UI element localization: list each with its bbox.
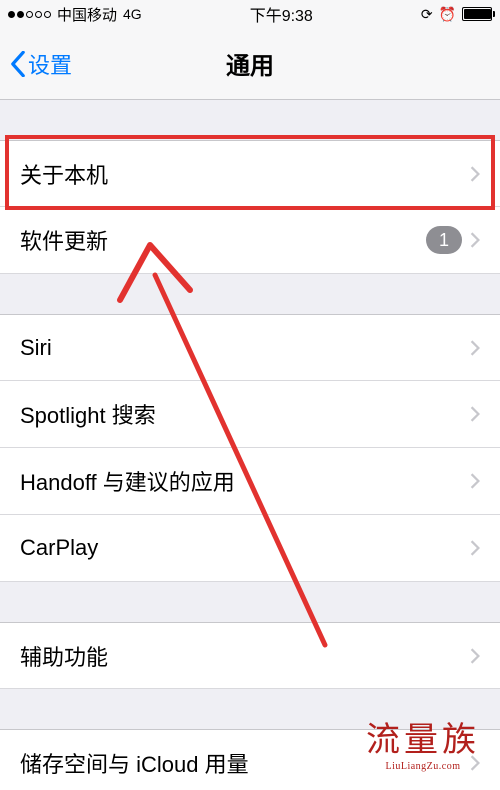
cell-label: 软件更新 (20, 224, 426, 256)
cell-handoff[interactable]: Handoff 与建议的应用 (0, 448, 500, 515)
cell-carplay[interactable]: CarPlay (0, 515, 500, 582)
cell-label: CarPlay (20, 535, 462, 561)
status-right: ⟳ ⏰ (421, 6, 492, 23)
settings-list: 关于本机 软件更新 1 Siri Spotlight 搜索 Handoff 与建… (0, 100, 500, 790)
cell-siri[interactable]: Siri (0, 314, 500, 381)
signal-strength-icon (8, 11, 51, 18)
cell-label: 关于本机 (20, 158, 462, 190)
cell-accessibility[interactable]: 辅助功能 (0, 622, 500, 689)
cell-label: 辅助功能 (20, 640, 462, 672)
alarm-icon: ⏰ (439, 6, 456, 23)
chevron-right-icon (470, 540, 480, 556)
chevron-right-icon (470, 648, 480, 664)
watermark: 流量族 LiuLiangZu.com (366, 724, 480, 772)
cell-software-update[interactable]: 软件更新 1 (0, 207, 500, 274)
nav-bar: 设置 通用 (0, 28, 500, 100)
status-left: 中国移动 4G (8, 4, 142, 25)
battery-icon (462, 7, 492, 21)
cell-label: Siri (20, 335, 462, 361)
back-label: 设置 (28, 48, 72, 80)
cell-label: Spotlight 搜索 (20, 398, 462, 430)
chevron-right-icon (470, 473, 480, 489)
update-badge: 1 (426, 226, 462, 254)
back-button[interactable]: 设置 (10, 48, 72, 80)
status-bar: 中国移动 4G 下午9:38 ⟳ ⏰ (0, 0, 500, 28)
cell-about[interactable]: 关于本机 (0, 140, 500, 207)
page-title: 通用 (0, 46, 500, 81)
clock-label: 下午9:38 (250, 2, 313, 26)
chevron-right-icon (470, 406, 480, 422)
carrier-label: 中国移动 (57, 4, 117, 25)
cell-label: Handoff 与建议的应用 (20, 465, 462, 497)
chevron-left-icon (10, 51, 26, 77)
cell-spotlight[interactable]: Spotlight 搜索 (0, 381, 500, 448)
watermark-main: 流量族 (366, 724, 480, 758)
chevron-right-icon (470, 340, 480, 356)
chevron-right-icon (470, 166, 480, 182)
chevron-right-icon (470, 232, 480, 248)
orientation-lock-icon: ⟳ (421, 6, 433, 23)
network-label: 4G (123, 6, 142, 22)
watermark-sub: LiuLiangZu.com (366, 762, 480, 772)
